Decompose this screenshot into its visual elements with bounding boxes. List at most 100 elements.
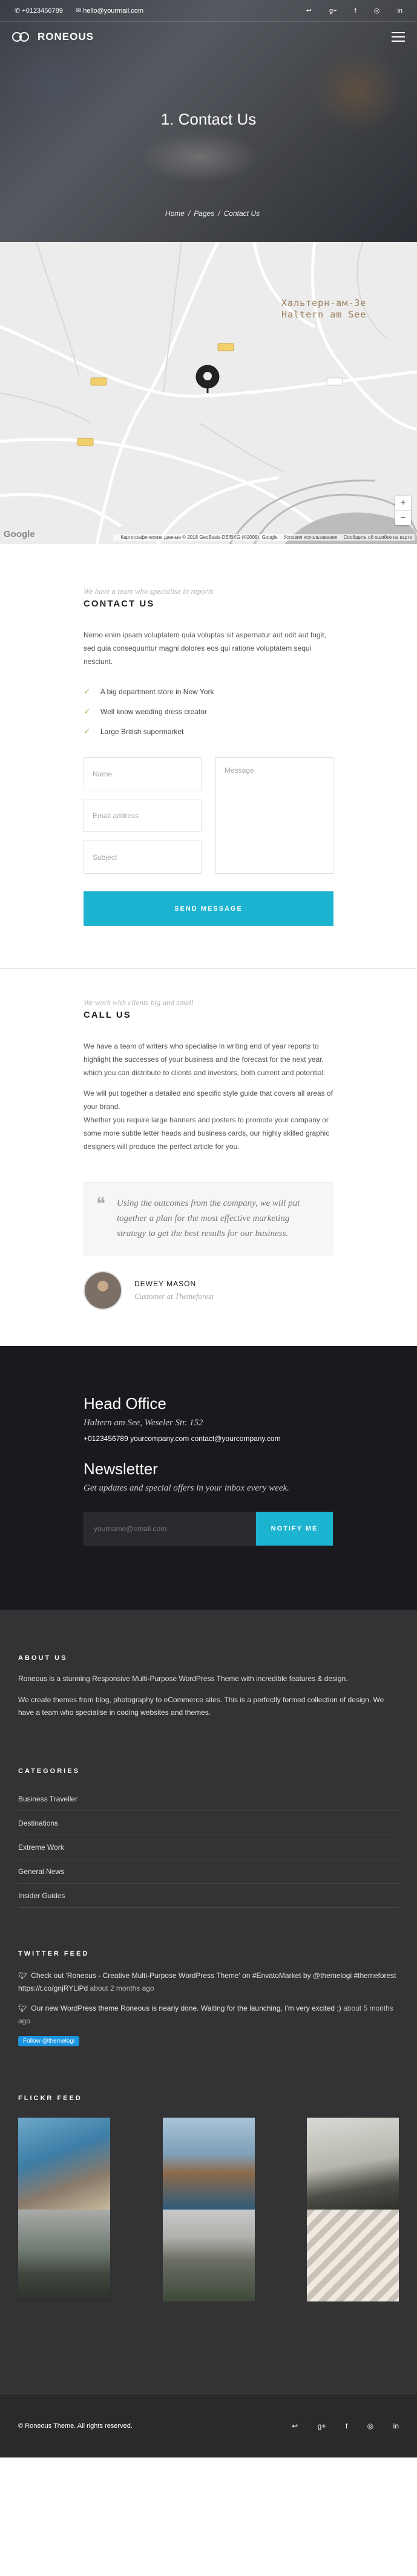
email-field[interactable]	[84, 799, 202, 832]
message-field[interactable]	[215, 757, 333, 874]
hero: ✆ +0123456789 ✉ hello@yourmail.com ↩ g+ …	[0, 0, 417, 242]
page-title: 1. Contact Us	[160, 110, 257, 128]
dribbble-icon[interactable]: ◎	[374, 7, 380, 15]
author-role: Customer at Themeforest	[134, 1292, 214, 1301]
testimonial-quote: ❝ Using the outcomes from the company, w…	[84, 1182, 333, 1255]
contact-section: We have a team who specialise in reports…	[0, 544, 417, 968]
about-text: We create themes from blog, photography …	[18, 1696, 384, 1717]
call-section: We work with clients big and small CALL …	[0, 969, 417, 1346]
call-body: We have a team of writers who specialise…	[84, 1042, 333, 1151]
category-link[interactable]: Business Traveller	[18, 1787, 399, 1811]
newsletter-email-input[interactable]	[84, 1512, 256, 1546]
flickr-photo[interactable]	[18, 2118, 110, 2210]
office-title: Head Office	[84, 1394, 166, 1413]
flickr-grid	[18, 2118, 399, 2301]
linkedin-icon[interactable]: in	[393, 2422, 399, 2430]
tweet-text[interactable]: Check out 'Roneous - Creative Multi-Purp…	[18, 1971, 396, 1992]
name-field[interactable]	[84, 757, 202, 790]
logo[interactable]: RONEOUS	[12, 30, 94, 44]
map[interactable]: Хальтерн-ам-Зе Haltern am See + − Google…	[0, 242, 417, 544]
map-place-label: Хальтерн-ам-Зе Haltern am See	[281, 298, 367, 320]
google-logo: Google	[4, 529, 35, 539]
contact-kicker: We have a team who specialise in reports	[84, 587, 214, 596]
office-section: Head Office Haltern am See, Weseler Str.…	[0, 1346, 417, 1610]
zoom-control: + −	[395, 496, 411, 525]
flickr-widget: FLICKR FEED	[18, 2095, 399, 2301]
linkedin-icon[interactable]: in	[397, 7, 402, 15]
phone-text[interactable]: ✆ +0123456789	[15, 7, 63, 15]
notify-me-button[interactable]: NOTIFY ME	[256, 1512, 333, 1546]
flickr-photo[interactable]	[162, 2118, 255, 2210]
bottom-bar: © Roneous Theme. All rights reserved. ↩ …	[0, 2393, 417, 2457]
check-list: ✓ A big department store in New York ✓ Wel…	[84, 681, 333, 741]
copyright: © Roneous Theme. All rights reserved.	[18, 2422, 133, 2430]
check-icon: ✓	[84, 726, 91, 736]
tripadvisor-icon[interactable]: ↩	[306, 7, 312, 15]
newsletter-subtitle: Get updates and special offers in your i…	[84, 1483, 289, 1493]
twitter-bird-icon: 🐦︎	[18, 2004, 28, 2012]
categories-title: CATEGORIES	[18, 1768, 80, 1775]
twitter-bird-icon: 🐦︎	[18, 1971, 28, 1980]
map-canvas	[0, 242, 417, 544]
list-item: ✓ Well know wedding dress creator	[84, 706, 207, 716]
map-report-link[interactable]: Сообщить об ошибке на карте	[344, 535, 412, 540]
check-icon: ✓	[84, 706, 91, 716]
testimonial-author: DEWEY MASON Customer at Themeforest	[84, 1271, 333, 1310]
category-link[interactable]: Extreme Work	[18, 1835, 399, 1859]
list-item: ✓ Large British supermarket	[84, 726, 184, 736]
breadcrumb-current: Contact Us	[223, 209, 260, 218]
about-text: Roneous is a stunning Responsive Multi-P…	[18, 1674, 348, 1683]
check-icon: ✓	[84, 686, 91, 696]
flickr-photo[interactable]	[307, 2210, 399, 2301]
google-plus-icon[interactable]: g+	[318, 2422, 326, 2430]
flickr-photo[interactable]	[18, 2210, 110, 2301]
zoom-in-button[interactable]: +	[395, 496, 411, 510]
tweet: 🐦︎ Check out 'Roneous - Creative Multi-Pu…	[18, 1969, 399, 1995]
flickr-photo[interactable]	[307, 2118, 399, 2210]
google-plus-icon[interactable]: g+	[329, 7, 337, 15]
newsletter-form: NOTIFY ME	[84, 1512, 333, 1546]
twitter-widget: TWITTER FEED 🐦︎ Check out 'Roneous - Crea…	[18, 1950, 399, 2046]
map-attribution: Картографические данные © 2018 GeoBasis-…	[113, 534, 415, 541]
dribbble-icon[interactable]: ◎	[367, 2422, 373, 2430]
navbar: RONEOUS	[0, 22, 417, 52]
tripadvisor-icon[interactable]: ↩	[292, 2422, 298, 2430]
flickr-photo[interactable]	[162, 2210, 255, 2301]
call-kicker: We work with clients big and small	[84, 998, 194, 1007]
facebook-icon[interactable]: f	[355, 7, 356, 15]
breadcrumb-home[interactable]: Home	[165, 209, 185, 218]
quote-icon: ❝	[96, 1194, 106, 1214]
contact-form	[84, 757, 333, 882]
category-link[interactable]: Insider Guides	[18, 1884, 399, 1908]
menu-icon[interactable]	[392, 32, 405, 42]
contact-heading: CONTACT US	[84, 599, 155, 609]
subject-field[interactable]	[84, 841, 202, 874]
categories-widget: CATEGORIES Business Traveller Destinatio…	[18, 1768, 399, 1908]
facebook-icon[interactable]: f	[346, 2422, 347, 2430]
office-info: +0123456789 yourcompany.com contact@your…	[84, 1434, 281, 1443]
about-title: ABOUT US	[18, 1654, 68, 1662]
breadcrumb: Home / Pages / Contact Us	[165, 209, 260, 218]
office-address: Haltern am See, Weseler Str. 152	[84, 1418, 203, 1428]
tweet-time: about 2 months ago	[90, 1984, 154, 1992]
bottom-socials: ↩ g+ f ◎ in	[275, 2421, 399, 2431]
send-message-button[interactable]: SEND MESSAGE	[84, 891, 333, 926]
top-bar: ✆ +0123456789 ✉ hello@yourmail.com ↩ g+ …	[0, 0, 417, 22]
top-socials: ↩ g+ f ◎ in	[291, 7, 402, 15]
flickr-title: FLICKR FEED	[18, 2095, 82, 2102]
newsletter-title: Newsletter	[84, 1460, 158, 1478]
email-text[interactable]: ✉ hello@yourmail.com	[76, 7, 143, 15]
author-name: DEWEY MASON	[134, 1280, 197, 1288]
logo-icon	[12, 30, 33, 44]
footer-widgets: ABOUT US Roneous is a stunning Responsiv…	[0, 1610, 417, 2393]
tweet-text: Our new WordPress theme Roneous is nearl…	[31, 2004, 341, 2012]
tweet: 🐦︎ Our new WordPress theme Roneous is nea…	[18, 2002, 399, 2028]
zoom-out-button[interactable]: −	[395, 510, 411, 525]
avatar	[84, 1271, 122, 1310]
category-link[interactable]: Destinations	[18, 1811, 399, 1835]
twitter-title: TWITTER FEED	[18, 1950, 90, 1957]
breadcrumb-pages[interactable]: Pages	[194, 209, 214, 218]
map-terms-link[interactable]: Условия использования	[284, 535, 338, 540]
category-link[interactable]: General News	[18, 1859, 399, 1884]
follow-button[interactable]: Follow @themelogi	[18, 2036, 80, 2046]
